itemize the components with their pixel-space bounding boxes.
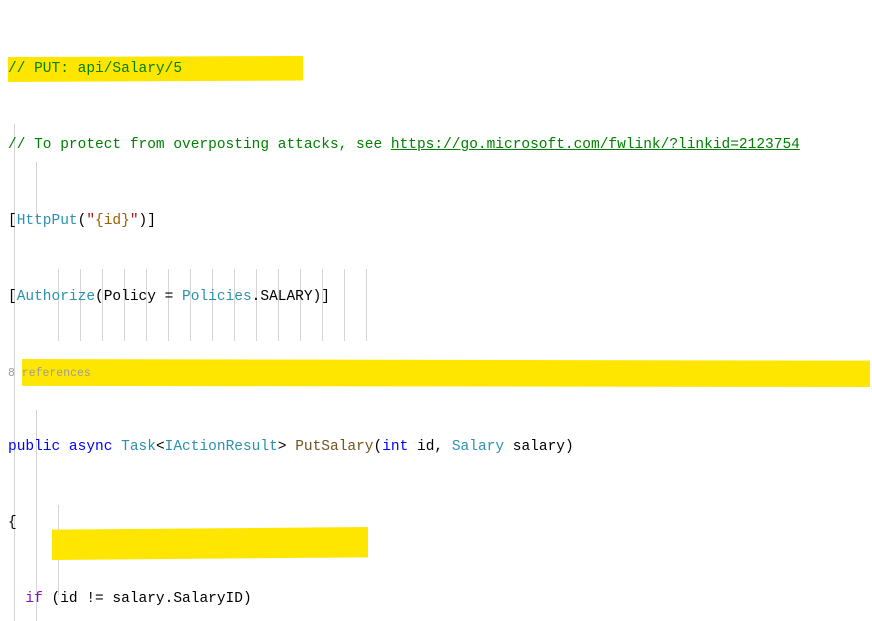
punctuation: < — [155, 439, 165, 455]
code-line[interactable]: { — [0, 514, 872, 533]
brace: { — [8, 515, 17, 531]
code-line-authorize[interactable]: [Authorize(Policy = Policies.SALARY)] — [0, 288, 872, 307]
code-editor[interactable]: // PUT: api/Salary/5 // To protect from … — [0, 0, 872, 621]
code-line[interactable]: // PUT: api/Salary/5 — [0, 60, 872, 79]
parameter: salary) — [504, 439, 574, 455]
code-line[interactable]: [HttpPut("{id}")] — [0, 212, 872, 231]
attribute-name: Authorize — [16, 289, 96, 305]
keyword: int — [382, 439, 409, 455]
type-name: Policies — [182, 289, 252, 305]
parameter: id, — [408, 439, 452, 455]
control-keyword: if — [25, 591, 43, 607]
keyword: public — [8, 439, 61, 455]
code-text-layer: // PUT: api/Salary/5 // To protect from … — [0, 0, 872, 621]
punctuation: ( — [373, 439, 383, 455]
codelens-label[interactable]: 8 references — [8, 367, 91, 380]
code-line-signature[interactable]: public async Task<IActionResult> PutSala… — [0, 438, 872, 457]
codelens-references[interactable]: 8 references — [0, 364, 872, 381]
comment-token: // To protect from overposting attacks, … — [8, 137, 391, 153]
punctuation: )] — [138, 213, 156, 229]
attribute-name: HttpPut — [16, 213, 78, 229]
type-name: IActionResult — [164, 439, 278, 455]
expression: (id != salary.SalaryID) — [42, 591, 252, 607]
keyword: async — [68, 439, 113, 455]
punctuation: (Policy = — [95, 289, 183, 305]
string-literal: " — [86, 213, 96, 229]
route-token: {id} — [95, 213, 130, 229]
punctuation: > — [277, 439, 296, 455]
punctuation: [ — [8, 213, 17, 229]
type-name: Task — [121, 439, 156, 455]
string-literal: " — [129, 213, 139, 229]
comment-token: // PUT: api/Salary/5 — [8, 61, 183, 77]
method-name: PutSalary — [295, 439, 374, 455]
punctuation: [ — [8, 289, 17, 305]
code-line[interactable]: if (id != salary.SalaryID) — [0, 590, 872, 609]
code-line[interactable]: // To protect from overposting attacks, … — [0, 136, 872, 155]
punctuation: .SALARY)] — [251, 289, 330, 305]
type-name: Salary — [451, 439, 505, 455]
documentation-link[interactable]: https://go.microsoft.com/fwlink/?linkid=… — [391, 137, 800, 153]
